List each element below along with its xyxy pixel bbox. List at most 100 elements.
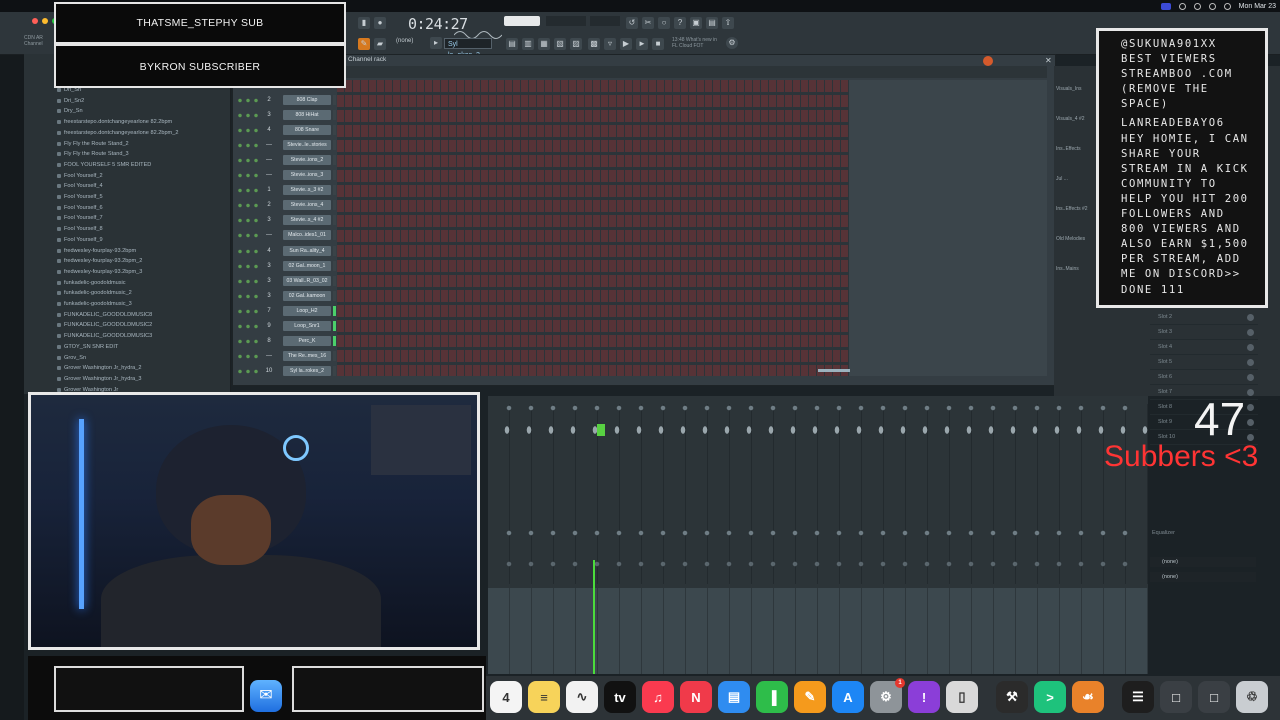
mixer-icon[interactable]: ▧	[554, 38, 566, 50]
wifi-icon[interactable]	[1208, 2, 1216, 10]
effect-slot[interactable]: Slot 5	[1150, 355, 1258, 370]
channel-name-button[interactable]: 02 Gal..moon_1	[283, 260, 331, 271]
channel-row[interactable]: 2 Stevie..ions_4	[236, 199, 336, 212]
channel-row[interactable]: 10 Syl la..rokes_2	[236, 365, 336, 378]
browser-item[interactable]: Fool Yourself_8	[57, 224, 103, 234]
channel-mixer-track[interactable]: 8	[264, 336, 274, 346]
channel-select-indicator[interactable]	[333, 155, 336, 166]
channel-select-indicator[interactable]	[333, 320, 336, 331]
channel-select-indicator[interactable]	[333, 305, 336, 316]
channel-mixer-track[interactable]: 4	[264, 125, 274, 135]
effect-slot[interactable]: Slot 4	[1150, 340, 1258, 355]
browser-item[interactable]: FUNKADELIC_GOODOLDMUSIC2	[56, 320, 152, 330]
channel-row[interactable]: — Stevie..ions_2	[236, 154, 336, 167]
browser-item[interactable]: Grov_Sn	[56, 353, 86, 363]
channel-name-button[interactable]: Stevie..le..stories	[283, 140, 331, 151]
close-icon[interactable]	[32, 18, 38, 24]
channel-name-button[interactable]: 808 HiHat	[283, 110, 331, 121]
tool-icon[interactable]: ▶	[620, 38, 632, 50]
channel-row[interactable]: 3 03 Wall..R_03_02	[236, 275, 336, 288]
pattern-mode-button[interactable]: ▮	[358, 17, 370, 29]
channel-select-indicator[interactable]	[333, 110, 336, 121]
undo-icon[interactable]: ↺	[626, 17, 638, 29]
export-icon[interactable]: ▤	[706, 17, 718, 29]
channel-mixer-track[interactable]: 10	[264, 366, 274, 376]
channel-led-icons[interactable]	[236, 263, 262, 269]
browser-item[interactable]: Fool Yourself_2	[57, 171, 103, 181]
channel-select-indicator[interactable]	[333, 125, 336, 136]
cut-icon[interactable]: ✂	[642, 17, 654, 29]
channel-led-icons[interactable]	[236, 323, 262, 329]
channel-led-icons[interactable]	[236, 158, 262, 164]
browser-item[interactable]: fredwesley-fourplay-93.2bpm_2	[56, 256, 142, 266]
playhead[interactable]	[593, 560, 595, 674]
control-center-icon[interactable]	[1160, 2, 1171, 10]
channel-row[interactable]: — Malco..ides1_01	[236, 229, 336, 242]
snap-button[interactable]: ▰	[374, 38, 386, 50]
channel-led-icons[interactable]	[236, 338, 262, 344]
channel-led-icons[interactable]	[236, 248, 262, 254]
channel-name-button[interactable]: 02 Gal..kamoon	[283, 290, 331, 301]
channel-select-indicator[interactable]	[333, 260, 336, 271]
status-icon[interactable]	[1193, 2, 1201, 10]
mic-icon[interactable]: ○	[658, 17, 670, 29]
freeform-icon[interactable]: ∿	[566, 681, 598, 713]
channel-mixer-track[interactable]: 1	[264, 185, 274, 195]
channel-row[interactable]: 3 Stevie..s_4 #2	[236, 214, 336, 227]
browser-item[interactable]: Fool Yourself_6	[57, 203, 103, 213]
snap-mode[interactable]: (none)	[396, 38, 413, 44]
instruments-icon[interactable]: ⚒	[996, 681, 1028, 713]
tempo-icon[interactable]: ▿	[604, 38, 616, 50]
minimize-icon[interactable]	[42, 18, 48, 24]
channel-mixer-track[interactable]: —	[264, 170, 274, 180]
browser-item[interactable]: fredwesley-fourplay-93.2bpm_3	[56, 267, 142, 277]
mixer-insert-label[interactable]: Visuals_4 #2	[1056, 116, 1085, 126]
channel-led-icons[interactable]	[236, 278, 262, 284]
browser-item[interactable]: Fly Fly the Route Stand_2	[57, 139, 129, 149]
browser-item[interactable]: Fool Yourself_5	[57, 192, 103, 202]
effect-slot[interactable]: Slot 3	[1150, 325, 1258, 340]
channel-row[interactable]: — Stevie..le..stories	[236, 139, 336, 152]
browser-item[interactable]: Dri_Sn2	[56, 96, 84, 106]
status-icon[interactable]	[1178, 2, 1186, 10]
mail-icon[interactable]: ✉	[250, 680, 282, 712]
channel-led-icons[interactable]	[236, 368, 262, 374]
channel-mixer-track[interactable]: 3	[264, 261, 274, 271]
channel-name-button[interactable]: 808 Clap	[283, 95, 331, 105]
browser-item[interactable]: Fly Fly the Route Stand_3	[57, 149, 129, 159]
channel-row[interactable]: 3 02 Gal..kamoon	[236, 290, 336, 303]
browser-item[interactable]: Fool Yourself_7	[57, 213, 103, 223]
channel-mixer-track[interactable]: 3	[264, 276, 274, 286]
channel-name-button[interactable]: Sun Ra..ality_4	[283, 245, 331, 256]
news-icon[interactable]: N	[680, 681, 712, 713]
channel-row[interactable]: — Stevie..ions_3	[236, 169, 336, 182]
channel-select-indicator[interactable]	[333, 365, 336, 376]
numbers-icon[interactable]: ▐	[756, 681, 788, 713]
playlist-icon[interactable]: ▤	[506, 38, 518, 50]
browser-item[interactable]: GTOY_SN SNR EDIT	[56, 342, 118, 352]
input-select[interactable]: (none)	[1150, 572, 1256, 582]
search-icon[interactable]	[1223, 2, 1231, 10]
calendar-icon[interactable]: 4	[490, 681, 522, 713]
browser-item[interactable]: fredwesley-fourplay-93.2bpm	[56, 246, 136, 256]
channel-led-icons[interactable]	[236, 218, 262, 224]
close-icon[interactable]: ✕	[1045, 56, 1052, 65]
channel-mixer-track[interactable]: 2	[264, 95, 274, 105]
selected-track-fader[interactable]	[597, 424, 605, 436]
channel-name-button[interactable]: Malco..ides1_01	[283, 230, 331, 241]
channel-select-indicator[interactable]	[333, 290, 336, 301]
notes-icon[interactable]: ≡	[528, 681, 560, 713]
simulator-icon[interactable]: ▯	[946, 681, 978, 713]
browser-item[interactable]: FUNKADELIC_GOODOLDMUSIC8	[56, 310, 152, 320]
channel-row[interactable]: — The Re..mes_16	[236, 350, 336, 363]
output-select[interactable]: (none)	[1150, 557, 1256, 567]
master-volume-slider[interactable]	[504, 16, 540, 26]
channel-name-button[interactable]: Perc_K	[283, 335, 331, 346]
channel-mixer-track[interactable]: —	[264, 230, 274, 240]
channel-mixer-track[interactable]: 2	[264, 200, 274, 210]
channel-select-indicator[interactable]	[333, 350, 336, 361]
tool-icon[interactable]: ■	[652, 38, 664, 50]
channel-name-button[interactable]: 03 Wall..R_03_02	[283, 275, 331, 286]
channel-name-button[interactable]: Stevie..s_3 #2	[283, 185, 331, 196]
news-hint[interactable]: 13:48 What's new in FL Cloud FOT	[672, 37, 717, 49]
